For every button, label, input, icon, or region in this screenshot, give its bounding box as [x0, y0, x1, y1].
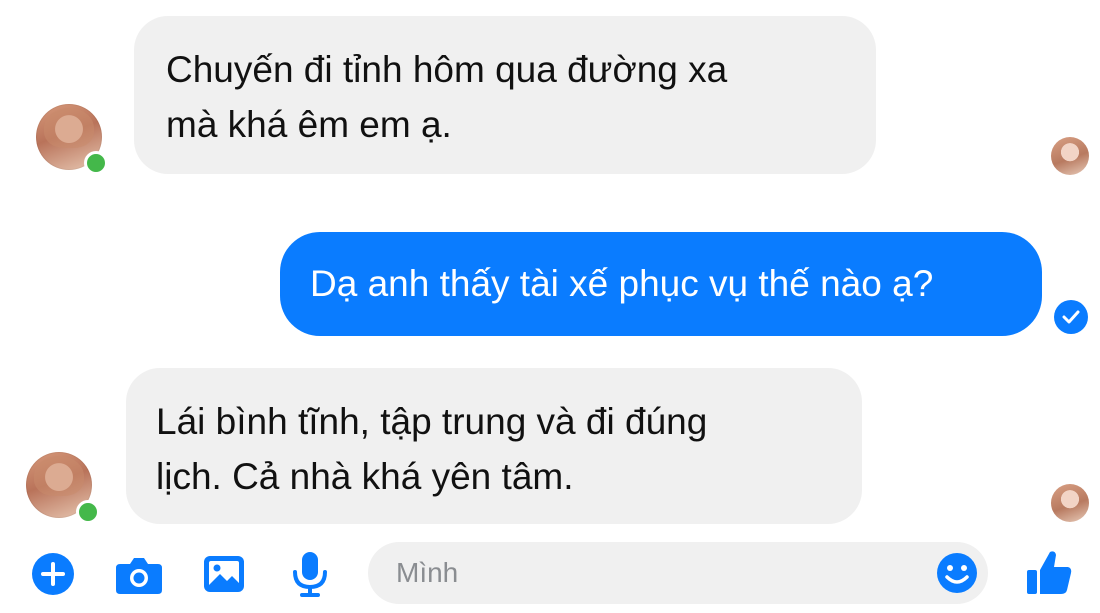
online-status-indicator: [84, 151, 108, 175]
image-icon[interactable]: [202, 552, 246, 596]
sent-message-bubble[interactable]: Dạ anh thấy tài xế phục vụ thế nào ạ?: [280, 232, 1042, 336]
camera-icon[interactable]: [114, 552, 164, 596]
message-input[interactable]: Mình: [368, 542, 988, 604]
message-text-line: Lái bình tĩnh, tập trung và đi đúng: [156, 401, 708, 442]
microphone-icon[interactable]: [290, 550, 330, 598]
message-input-placeholder: Mình: [396, 557, 459, 588]
read-receipt-avatar: [1051, 137, 1089, 175]
received-message-bubble[interactable]: Lái bình tĩnh, tập trung và đi đúng lịch…: [126, 368, 862, 524]
emoji-icon[interactable]: [936, 552, 978, 594]
message-text-line: lịch. Cả nhà khá yên tâm.: [156, 456, 574, 497]
plus-icon[interactable]: [31, 552, 75, 596]
delivered-check-icon: [1054, 300, 1088, 334]
read-receipt-avatar: [1051, 484, 1089, 522]
message-text-line: Dạ anh thấy tài xế phục vụ thế nào ạ?: [310, 263, 934, 304]
received-message-bubble[interactable]: Chuyến đi tỉnh hôm qua đường xa mà khá ê…: [134, 16, 876, 174]
like-icon[interactable]: [1024, 548, 1074, 598]
online-status-indicator: [76, 500, 100, 524]
message-text-line: Chuyến đi tỉnh hôm qua đường xa: [166, 49, 728, 90]
message-text-line: mà khá êm em ạ.: [166, 104, 452, 145]
